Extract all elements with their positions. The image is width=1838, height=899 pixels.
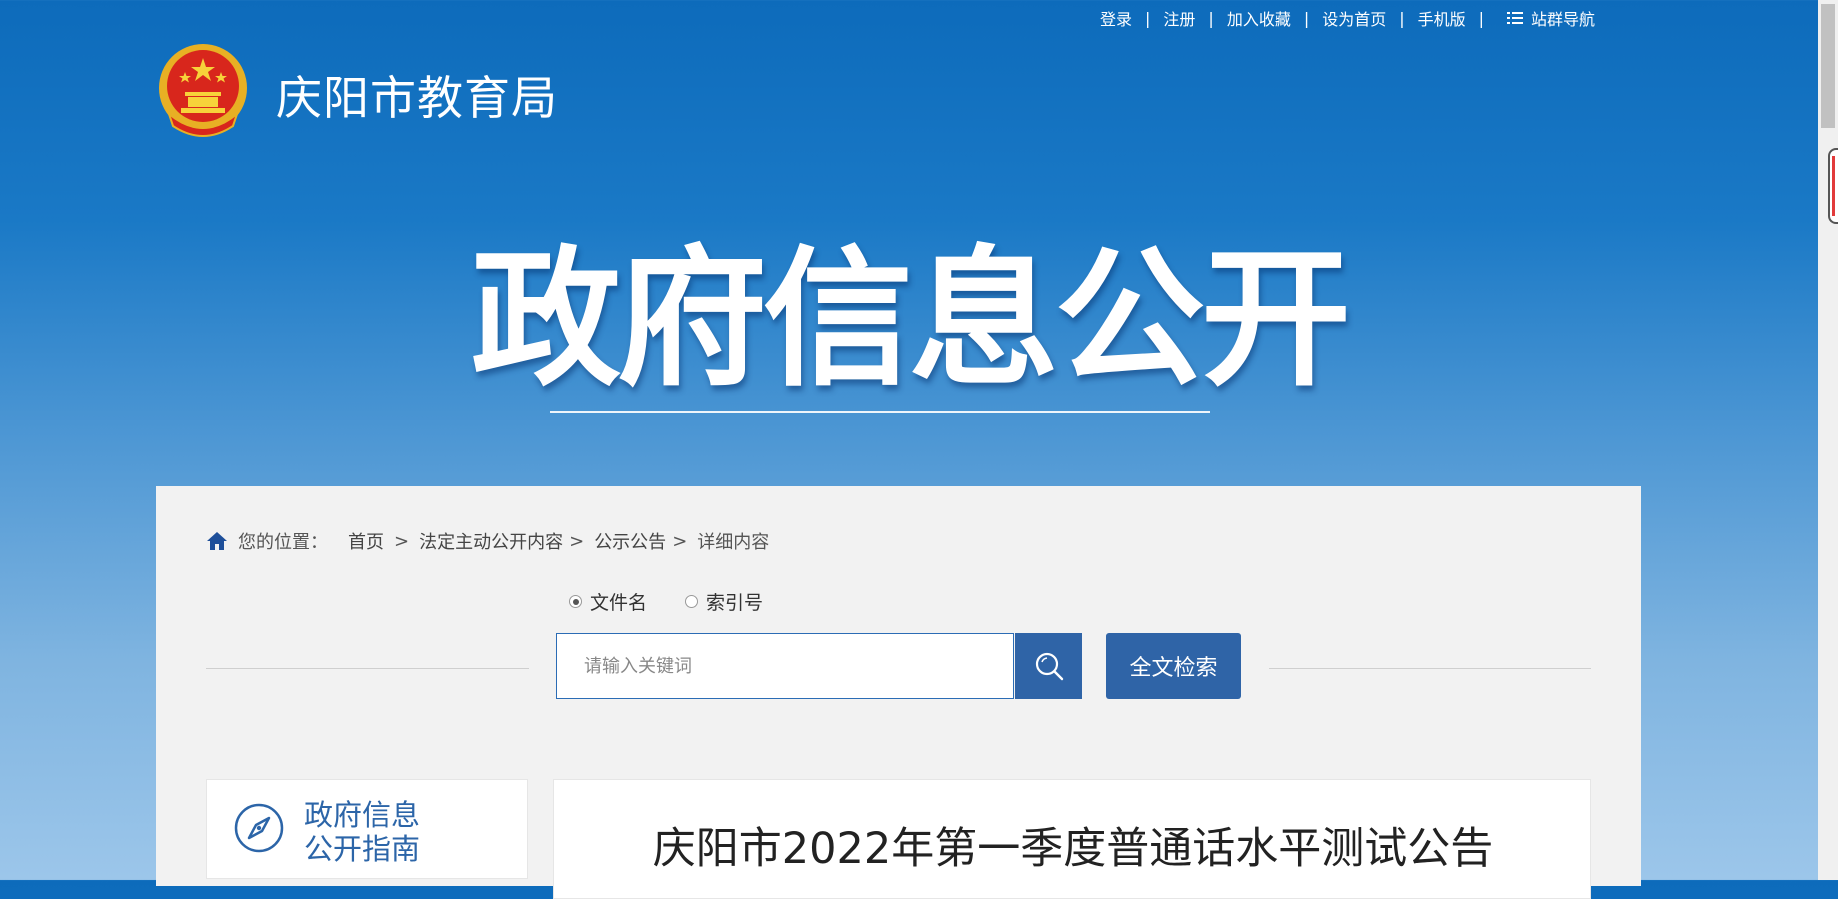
separator: | <box>1478 8 1485 28</box>
radio-filename[interactable]: 文件名 <box>569 588 647 615</box>
hero-title: 政府信息公开 <box>470 233 1351 407</box>
separator: | <box>1208 8 1214 28</box>
radio-index-number-dot[interactable] <box>685 595 699 608</box>
search-input[interactable] <box>557 634 1004 698</box>
mobile-version-link[interactable]: 手机版 <box>1418 6 1466 30</box>
home-icon <box>206 531 228 551</box>
radio-index-number[interactable]: 索引号 <box>685 588 763 615</box>
sitemap-nav-link[interactable]: 站群导航 <box>1507 6 1595 30</box>
add-favorite-link[interactable]: 加入收藏 <box>1227 6 1291 30</box>
search-box <box>556 633 1014 699</box>
article-title: 庆阳市2022年第一季度普通话水平测试公告 <box>652 824 1494 874</box>
site-title[interactable]: 庆阳市教育局 <box>276 62 558 128</box>
search-icon <box>1034 651 1064 681</box>
breadcrumb-mandatory-content[interactable]: 法定主动公开内容 <box>419 528 563 554</box>
login-link[interactable]: 登录 <box>1100 6 1132 30</box>
breadcrumb-separator: > <box>394 530 410 552</box>
breadcrumb-prefix: 您的位置： <box>238 532 328 553</box>
article-container: 庆阳市2022年第一季度普通话水平测试公告 <box>553 779 1591 899</box>
compass-icon <box>233 802 285 858</box>
side-float-tab[interactable] <box>1828 148 1838 224</box>
fulltext-search-button[interactable]: 全文检索 <box>1106 633 1241 699</box>
breadcrumb-home[interactable]: 首页 <box>348 528 384 554</box>
register-link[interactable]: 注册 <box>1163 6 1195 30</box>
breadcrumb-separator: > <box>672 530 688 552</box>
set-homepage-link[interactable]: 设为首页 <box>1322 6 1386 30</box>
breadcrumb: 您的位置： 首页 > 法定主动公开内容 > 公示公告 > 详细内容 <box>206 528 769 554</box>
separator: | <box>1303 8 1310 28</box>
divider-left <box>206 668 529 669</box>
list-icon <box>1507 11 1524 25</box>
breadcrumb-current: 详细内容 <box>697 532 770 553</box>
search-button[interactable] <box>1015 633 1082 699</box>
sitemap-nav-label: 站群导航 <box>1531 10 1596 29</box>
radio-filename-dot[interactable] <box>569 595 582 608</box>
separator: | <box>1145 8 1151 28</box>
content-panel: 您的位置： 首页 > 法定主动公开内容 > 公示公告 > 详细内容 文件名 索引… <box>156 486 1641 899</box>
divider-right <box>1269 668 1591 669</box>
radio-index-number-label: 索引号 <box>706 592 764 614</box>
radio-filename-label: 文件名 <box>590 592 648 614</box>
guide-label-line2: 公开指南 <box>304 832 421 866</box>
breadcrumb-announcements[interactable]: 公示公告 <box>594 528 666 554</box>
national-emblem-icon <box>155 42 251 142</box>
hero-underline <box>550 411 1210 413</box>
info-disclosure-guide-link[interactable]: 政府信息 公开指南 <box>206 779 528 879</box>
separator: | <box>1399 8 1405 28</box>
hero-banner: 政府信息公开 <box>0 240 1818 400</box>
search-type-radios: 文件名 索引号 <box>569 588 801 615</box>
breadcrumb-separator: > <box>569 530 585 552</box>
scrollbar-thumb[interactable] <box>1821 4 1835 128</box>
page-scrollbar[interactable] <box>1818 0 1838 880</box>
top-utility-bar: 登录 | 注册 | 加入收藏 | 设为首页 | 手机版 | 站群导航 <box>1100 6 1620 30</box>
